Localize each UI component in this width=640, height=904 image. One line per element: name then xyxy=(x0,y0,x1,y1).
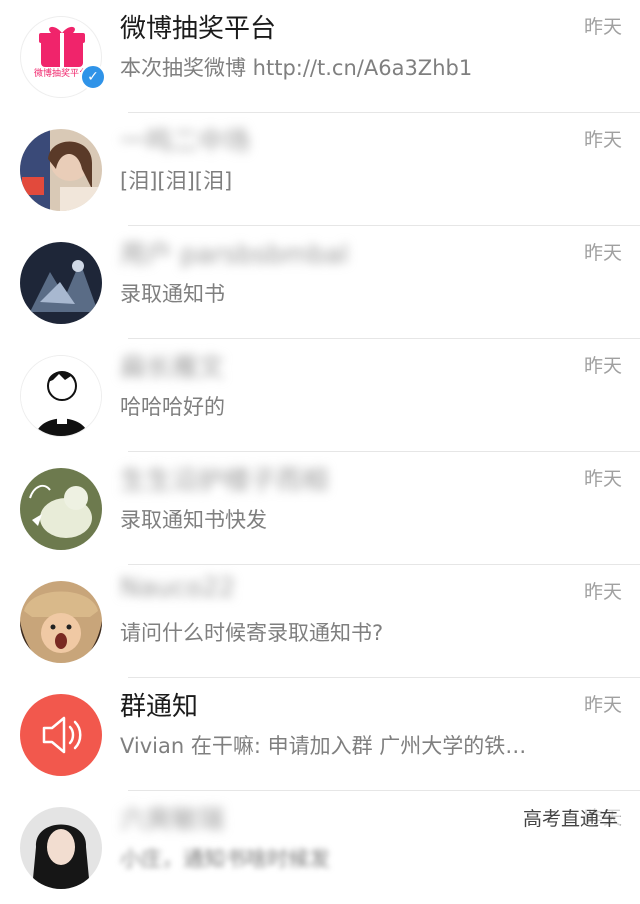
conversation-name: 六爽敏瑞 xyxy=(120,805,225,835)
conversation-time: 昨天 xyxy=(583,129,622,151)
watermark-label: 高考直通车 xyxy=(520,804,620,831)
conversation-name: 用户 parsbsbmbal xyxy=(120,240,349,270)
user-avatar xyxy=(20,581,102,663)
verified-badge-icon: ✓ xyxy=(80,64,106,90)
conversation-preview: 录取通知书 xyxy=(120,282,225,306)
conversation-time: 昨天 xyxy=(583,16,622,38)
conversation-preview: Vivian 在干嘛: 申请加入群 广州大学的铁… xyxy=(120,734,527,758)
conversation-name: 扁长雁文 xyxy=(120,353,225,383)
speaker-icon xyxy=(42,716,82,754)
conversation-name: 一鸣二中场 xyxy=(120,127,251,157)
conversation-row[interactable]: Nauco22 请问什么时候寄录取通知书? 昨天 xyxy=(0,565,640,678)
conversation-preview: 请问什么时候寄录取通知书? xyxy=(120,621,384,645)
conversation-time: 昨天 xyxy=(583,694,622,716)
conversation-preview: 录取通知书快发 xyxy=(120,508,267,532)
user-avatar xyxy=(20,242,102,324)
conversation-time: 昨天 xyxy=(583,468,622,490)
conversation-preview: 哈哈哈好的 xyxy=(120,395,225,419)
conversation-row[interactable]: 生生沿护楼子而相 录取通知书快发 昨天 xyxy=(0,452,640,565)
conversation-name: Nauco22 xyxy=(120,573,236,603)
conversation-row[interactable]: 一鸣二中场 [泪][泪][泪] 昨天 xyxy=(0,113,640,226)
user-avatar xyxy=(20,468,102,550)
group-notice-avatar xyxy=(20,694,102,776)
conversation-time: 昨天 xyxy=(583,242,622,264)
user-avatar xyxy=(20,355,102,437)
conversation-name: 生生沿护楼子而相 xyxy=(120,466,329,496)
conversation-name: 微博抽奖平台 xyxy=(120,14,277,44)
conversation-row[interactable]: 扁长雁文 哈哈哈好的 昨天 xyxy=(0,339,640,452)
conversation-name: 群通知 xyxy=(120,692,199,722)
user-avatar xyxy=(20,807,102,889)
conversation-preview: 小庄，通知书啥时候发 xyxy=(120,847,330,871)
conversation-time: 昨天 xyxy=(583,581,622,603)
conversation-row[interactable]: 群通知 Vivian 在干嘛: 申请加入群 广州大学的铁… 昨天 xyxy=(0,678,640,791)
conversation-row[interactable]: 用户 parsbsbmbal 录取通知书 昨天 xyxy=(0,226,640,339)
conversation-row[interactable]: 微博抽奖平台 ✓ 微博抽奖平台 本次抽奖微博 http://t.cn/A6a3Z… xyxy=(0,0,640,113)
user-avatar xyxy=(20,129,102,211)
conversation-preview: 本次抽奖微博 http://t.cn/A6a3Zhb1 xyxy=(120,56,473,80)
conversation-preview: [泪][泪][泪] xyxy=(120,169,233,193)
conversation-time: 昨天 xyxy=(583,355,622,377)
